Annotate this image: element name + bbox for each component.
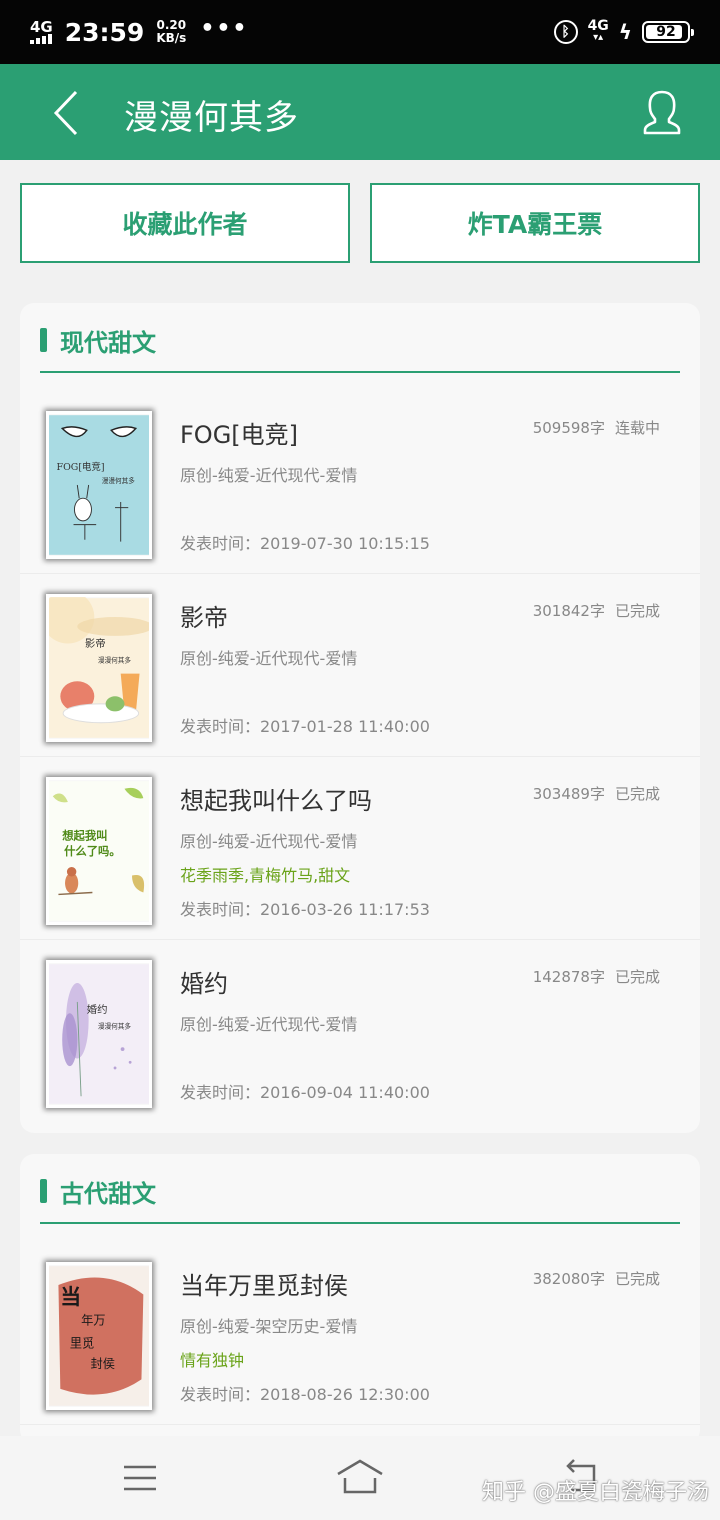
- section-title: 现代甜文: [60, 329, 156, 357]
- cover-author: 漫漫何其多: [98, 1021, 131, 1030]
- cover-author: 漫漫何其多: [98, 655, 131, 664]
- more-notifications-icon: •••: [200, 15, 249, 41]
- book-item[interactable]: 婚约 漫漫何其多 婚约 142878字 已完成 原创-纯爱-近代现代-爱情 发表时…: [20, 940, 700, 1123]
- publish-date: 发表时间：2016-03-26 11:17:53: [180, 900, 430, 919]
- user-profile-icon[interactable]: [642, 88, 682, 136]
- section-marker: [40, 328, 47, 352]
- svg-text:想起我叫: 想起我叫: [61, 829, 107, 843]
- book-title[interactable]: FOG[电竞]: [180, 415, 298, 450]
- publish-date: 发表时间：2017-01-28 11:40:00: [180, 717, 430, 736]
- book-tags: 情有独钟: [180, 1351, 245, 1370]
- section-card-ancient: 古代甜文 当 年万 里觅 封侯 当年万里觅封侯 382080字 已完成 原创-纯爱…: [20, 1154, 700, 1444]
- svg-text:当: 当: [60, 1285, 81, 1309]
- book-title[interactable]: 想起我叫什么了吗: [180, 781, 372, 816]
- network-speed: 0.20 KB/s: [156, 19, 186, 45]
- book-status: 已完成: [614, 785, 660, 803]
- section-title: 古代甜文: [60, 1180, 156, 1208]
- book-item[interactable]: 想起我叫 什么了吗。 想起我叫什么了吗 303489字 已完成 原创-纯爱-近代现…: [20, 757, 700, 940]
- publish-date: 发表时间：2016-09-04 11:40:00: [180, 1083, 430, 1102]
- svg-text:年万: 年万: [81, 1314, 106, 1328]
- word-count: 301842字: [532, 602, 605, 620]
- book-item[interactable]: FOG[电竞] 漫漫何其多 FOG[电竞] 509598字 连载中 原创-纯爱-近…: [20, 391, 700, 574]
- signal-icon: 4G: [30, 20, 53, 44]
- word-count: 382080字: [532, 1270, 605, 1288]
- bluetooth-icon: ᛒ: [553, 20, 578, 44]
- section-card-modern: 现代甜文 FOG[电竞] 漫漫何其多 FOG[电竞] 509598字 连载中 原创…: [20, 303, 700, 1133]
- book-cover[interactable]: 影帝 漫漫何其多: [46, 594, 152, 742]
- charging-icon: ϟ: [618, 20, 632, 44]
- home-icon[interactable]: [336, 1458, 384, 1496]
- book-item[interactable]: 当 年万 里觅 封侯 当年万里觅封侯 382080字 已完成 原创-纯爱-架空历史…: [20, 1242, 700, 1425]
- battery-icon: 92: [642, 21, 694, 43]
- cover-art: 想起我叫 什么了吗。: [49, 781, 149, 921]
- book-meta: 509598字 连载中: [533, 417, 660, 438]
- book-meta: 382080字 已完成: [533, 1268, 660, 1289]
- cover-art: 婚约 漫漫何其多: [49, 964, 149, 1104]
- book-genre: 原创-纯爱-近代现代-爱情: [180, 649, 358, 668]
- page-title: 漫漫何其多: [124, 98, 299, 138]
- svg-text:封侯: 封侯: [91, 1357, 116, 1371]
- word-count: 303489字: [532, 785, 605, 803]
- section-marker: [40, 1179, 47, 1203]
- book-status: 已完成: [614, 1270, 660, 1288]
- section-header: 现代甜文: [40, 303, 680, 373]
- book-status: 已完成: [614, 602, 660, 620]
- publish-date: 发表时间：2019-07-30 10:15:15: [180, 534, 430, 553]
- mobile-data-icon: 4G ▾▴: [587, 18, 609, 43]
- app-header: 漫漫何其多: [0, 64, 720, 160]
- book-meta: 303489字 已完成: [533, 783, 660, 804]
- clock: 23:59: [64, 17, 145, 47]
- cover-title: 婚约: [87, 1003, 108, 1016]
- svg-text:里觅: 里觅: [70, 1336, 95, 1350]
- cover-author: 漫漫何其多: [102, 476, 135, 485]
- cover-title: FOG[电竞]: [57, 461, 105, 473]
- network-type: 4G: [30, 18, 53, 36]
- cover-art: FOG[电竞] 漫漫何其多: [49, 415, 149, 555]
- book-genre: 原创-纯爱-近代现代-爱情: [180, 1015, 358, 1034]
- book-genre: 原创-纯爱-架空历史-爱情: [180, 1317, 358, 1336]
- book-genre: 原创-纯爱-近代现代-爱情: [180, 832, 358, 851]
- book-title[interactable]: 当年万里觅封侯: [180, 1266, 348, 1301]
- book-cover[interactable]: 当 年万 里觅 封侯: [46, 1262, 152, 1410]
- word-count: 142878字: [532, 968, 605, 986]
- word-count: 509598字: [532, 419, 605, 437]
- network-type-right: 4G: [587, 18, 609, 34]
- book-status: 已完成: [614, 968, 660, 986]
- cover-title: 影帝: [85, 637, 106, 650]
- cover-art: 当 年万 里觅 封侯: [49, 1266, 149, 1406]
- book-title[interactable]: 婚约: [180, 964, 228, 999]
- cover-art: 影帝 漫漫何其多: [49, 597, 149, 738]
- book-tags: 花季雨季,青梅竹马,甜文: [180, 866, 351, 885]
- book-genre: 原创-纯爱-近代现代-爱情: [180, 466, 358, 485]
- publish-date: 发表时间：2018-08-26 12:30:00: [180, 1385, 430, 1404]
- section-header: 古代甜文: [40, 1154, 680, 1224]
- back-arrow-icon[interactable]: [52, 90, 92, 136]
- bawangpiao-ticket-button[interactable]: 炸TA霸王票: [370, 183, 700, 263]
- status-bar: 4G 23:59 0.20 KB/s ••• ᛒ 4G ▾▴ ϟ 92: [0, 0, 720, 64]
- system-nav-bar: 知乎 @盛夏白瓷梅子汤: [0, 1436, 720, 1520]
- svg-text:什么了吗。: 什么了吗。: [64, 844, 121, 858]
- speed-unit: KB/s: [156, 31, 187, 45]
- book-cover[interactable]: FOG[电竞] 漫漫何其多: [46, 411, 152, 559]
- favorite-author-button[interactable]: 收藏此作者: [20, 183, 350, 263]
- book-cover[interactable]: 想起我叫 什么了吗。: [46, 777, 152, 925]
- book-cover[interactable]: 婚约 漫漫何其多: [46, 960, 152, 1108]
- book-item[interactable]: 影帝 漫漫何其多 影帝 301842字 已完成 原创-纯爱-近代现代-爱情 发表时…: [20, 574, 700, 757]
- watermark-text: 知乎 @盛夏白瓷梅子汤: [482, 1480, 709, 1505]
- menu-icon[interactable]: [122, 1464, 158, 1492]
- book-meta: 301842字 已完成: [533, 600, 660, 621]
- book-title[interactable]: 影帝: [180, 598, 228, 633]
- battery-level: 92: [656, 24, 676, 40]
- book-status: 连载中: [614, 419, 660, 437]
- book-meta: 142878字 已完成: [533, 966, 660, 987]
